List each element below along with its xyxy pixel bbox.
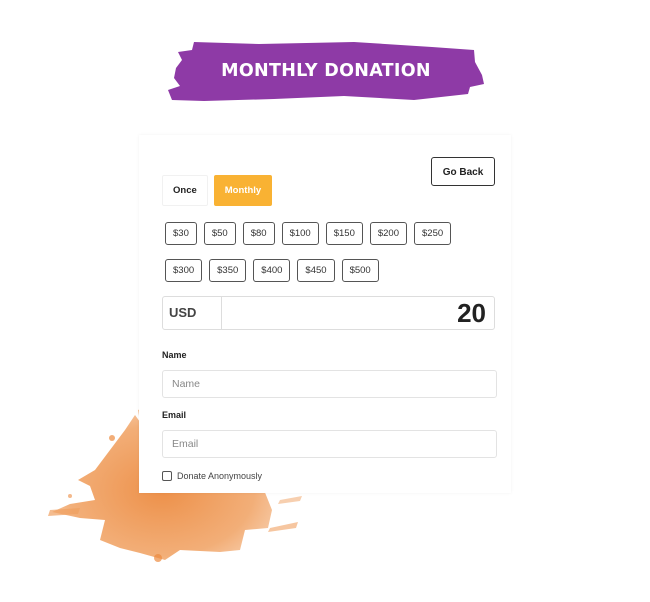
amount-option-300[interactable]: $300	[165, 259, 203, 282]
amount-input[interactable]: 20	[222, 297, 494, 329]
amount-option-150[interactable]: $150	[325, 222, 363, 245]
email-label: Email	[162, 410, 187, 420]
donation-form-card: Go Back Once Monthly $30 $50 $80 $100 $1…	[139, 135, 511, 493]
amount-option-450[interactable]: $450	[297, 259, 335, 282]
anonymous-checkbox[interactable]	[162, 471, 172, 481]
banner-title: MONTHLY DONATION	[221, 61, 431, 81]
currency-label: USD	[163, 297, 222, 329]
frequency-toggle: Once Monthly	[162, 175, 273, 206]
amount-option-400[interactable]: $400	[253, 259, 291, 282]
name-input[interactable]	[162, 370, 497, 398]
amount-option-250[interactable]: $250	[414, 222, 452, 245]
page-banner: MONTHLY DONATION	[164, 38, 488, 104]
amount-option-350[interactable]: $350	[209, 259, 247, 282]
amount-option-100[interactable]: $100	[281, 222, 319, 245]
frequency-monthly-button[interactable]: Monthly	[213, 175, 273, 206]
amount-option-80[interactable]: $80	[242, 222, 275, 245]
amount-option-200[interactable]: $200	[369, 222, 407, 245]
amount-option-50[interactable]: $50	[203, 222, 236, 245]
custom-amount-field[interactable]: USD 20	[162, 296, 495, 330]
amount-option-500[interactable]: $500	[341, 259, 379, 282]
preset-amounts-row-1: $30 $50 $80 $100 $150 $200 $250	[165, 222, 485, 245]
amount-option-30[interactable]: $30	[165, 222, 197, 245]
go-back-button[interactable]: Go Back	[431, 157, 495, 186]
anonymous-label: Donate Anonymously	[177, 471, 263, 481]
email-input[interactable]	[162, 430, 497, 458]
preset-amounts-row-2: $300 $350 $400 $450 $500	[165, 259, 485, 282]
anonymous-option[interactable]: Donate Anonymously	[162, 471, 262, 481]
frequency-once-button[interactable]: Once	[162, 175, 208, 206]
name-label: Name	[162, 350, 187, 360]
